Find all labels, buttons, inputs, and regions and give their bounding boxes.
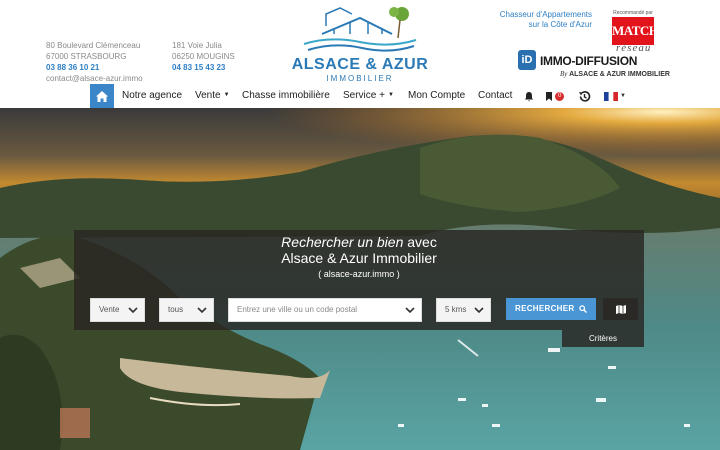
- search-button[interactable]: RECHERCHER: [506, 298, 596, 320]
- search-icon: [579, 305, 587, 313]
- by-label: By: [560, 70, 568, 78]
- location-input[interactable]: Entrez une ville ou un code postal: [228, 298, 422, 322]
- caret-down-icon: ▼: [223, 92, 230, 99]
- chasseur-line2: sur la Côte d'Azur: [528, 20, 592, 29]
- nav-vente[interactable]: Vente ▼: [195, 90, 230, 101]
- address-line: 80 Boulevard Clémenceau: [46, 41, 141, 50]
- search-heading-italic: Rechercher un bien: [281, 234, 404, 250]
- immo-diffusion-by: By ALSACE & AZUR IMMOBILIER: [560, 70, 670, 78]
- address-city: 67000 STRASBOURG: [46, 52, 127, 61]
- immo-diffusion-logo[interactable]: iD IMMO-DIFFUSION By ALSACE & AZUR IMMOB…: [516, 50, 676, 82]
- recommended-by-label: Recommandé par: [613, 10, 653, 16]
- nav-label: Contact: [478, 90, 513, 101]
- phone-link[interactable]: 03 88 36 10 21: [46, 62, 143, 73]
- notifications-button[interactable]: [524, 89, 534, 103]
- nav-notre-agence[interactable]: Notre agence: [122, 90, 182, 101]
- site-logo[interactable]: ALSACE & AZUR IMMOBILIER: [290, 4, 430, 84]
- history-button[interactable]: [578, 89, 591, 103]
- chevron-down-icon: [405, 307, 415, 314]
- address-city: 06250 MOUGINS: [172, 52, 235, 61]
- address-line: 181 Voie Julia: [172, 41, 222, 50]
- property-type-value: tous: [168, 305, 184, 314]
- logo-name: ALSACE & AZUR: [291, 56, 429, 73]
- chevron-down-icon: [474, 307, 484, 314]
- caret-down-icon: ▼: [620, 93, 626, 99]
- search-heading: Rechercher un bien avec: [74, 234, 644, 250]
- agency-address-mougins: 181 Voie Julia 06250 MOUGINS 04 83 15 43…: [172, 40, 235, 73]
- search-heading-domain: ( alsace-azur.immo ): [318, 269, 400, 279]
- map-view-button[interactable]: [603, 298, 638, 320]
- transaction-value: Vente: [99, 305, 120, 314]
- paris-match-badge[interactable]: Recommandé par MATCH: [606, 10, 660, 45]
- immo-diffusion-mark-icon: iD: [518, 50, 536, 70]
- search-heading-panel: Rechercher un bien avec Alsace & Azur Im…: [74, 230, 644, 284]
- radius-select[interactable]: 5 kms: [436, 298, 491, 322]
- immo-diffusion-title: IMMO-DIFFUSION: [540, 54, 638, 68]
- bookmark-icon: [546, 91, 552, 101]
- location-placeholder: Entrez une ville ou un code postal: [237, 305, 358, 314]
- bell-icon: [525, 91, 533, 101]
- nav-service-plus[interactable]: Service + ▼: [343, 90, 394, 101]
- nav-home-button[interactable]: [90, 84, 114, 108]
- home-icon: [96, 90, 108, 102]
- map-icon: [615, 304, 626, 314]
- nav-chasse-immobiliere[interactable]: Chasse immobilière: [242, 90, 330, 101]
- search-heading-rest: avec: [403, 234, 437, 250]
- villa-logo-icon: [303, 7, 417, 52]
- language-selector[interactable]: ▼: [604, 89, 626, 103]
- caret-down-icon: ▼: [387, 92, 394, 99]
- chasseur-line1: Chasseur d'Appartements: [499, 10, 592, 19]
- criteria-toggle[interactable]: Critères: [562, 330, 644, 347]
- flag-fr-icon: [604, 91, 618, 101]
- logo-subtitle: IMMOBILIER: [326, 74, 394, 83]
- match-logo: MATCH: [612, 17, 659, 45]
- main-nav: Notre agence Vente ▼ Chasse immobilière S…: [0, 84, 720, 108]
- nav-label: Service +: [343, 90, 385, 101]
- chevron-down-icon: [197, 307, 207, 314]
- history-icon: [579, 90, 591, 102]
- email-link[interactable]: contact@alsace-azur.immo: [46, 73, 143, 84]
- favorites-button[interactable]: 0: [545, 89, 565, 103]
- search-form: Vente tous Entrez une ville ou un code p…: [74, 284, 644, 330]
- search-button-label: RECHERCHER: [515, 304, 575, 313]
- chevron-down-icon: [128, 307, 138, 314]
- favorites-count-badge: 0: [555, 91, 565, 101]
- site-header: 80 Boulevard Clémenceau 67000 STRASBOURG…: [0, 0, 720, 84]
- nav-label: Vente: [195, 90, 221, 101]
- phone-link[interactable]: 04 83 15 43 23: [172, 62, 235, 73]
- property-type-select[interactable]: tous: [159, 298, 214, 322]
- nav-label: Mon Compte: [408, 90, 466, 101]
- chasseur-link[interactable]: Chasseur d'Appartements sur la Côte d'Az…: [488, 10, 592, 30]
- transaction-select[interactable]: Vente: [90, 298, 145, 322]
- nav-mon-compte[interactable]: Mon Compte: [408, 90, 465, 101]
- nav-label: Notre agence: [122, 90, 183, 101]
- nav-contact[interactable]: Contact: [478, 90, 512, 101]
- agency-address-strasbourg: 80 Boulevard Clémenceau 67000 STRASBOURG…: [46, 40, 143, 84]
- by-company: ALSACE & AZUR IMMOBILIER: [569, 71, 670, 78]
- radius-value: 5 kms: [445, 305, 467, 314]
- nav-label: Chasse immobilière: [242, 90, 330, 101]
- search-heading-agency: Alsace & Azur Immobilier: [281, 250, 437, 266]
